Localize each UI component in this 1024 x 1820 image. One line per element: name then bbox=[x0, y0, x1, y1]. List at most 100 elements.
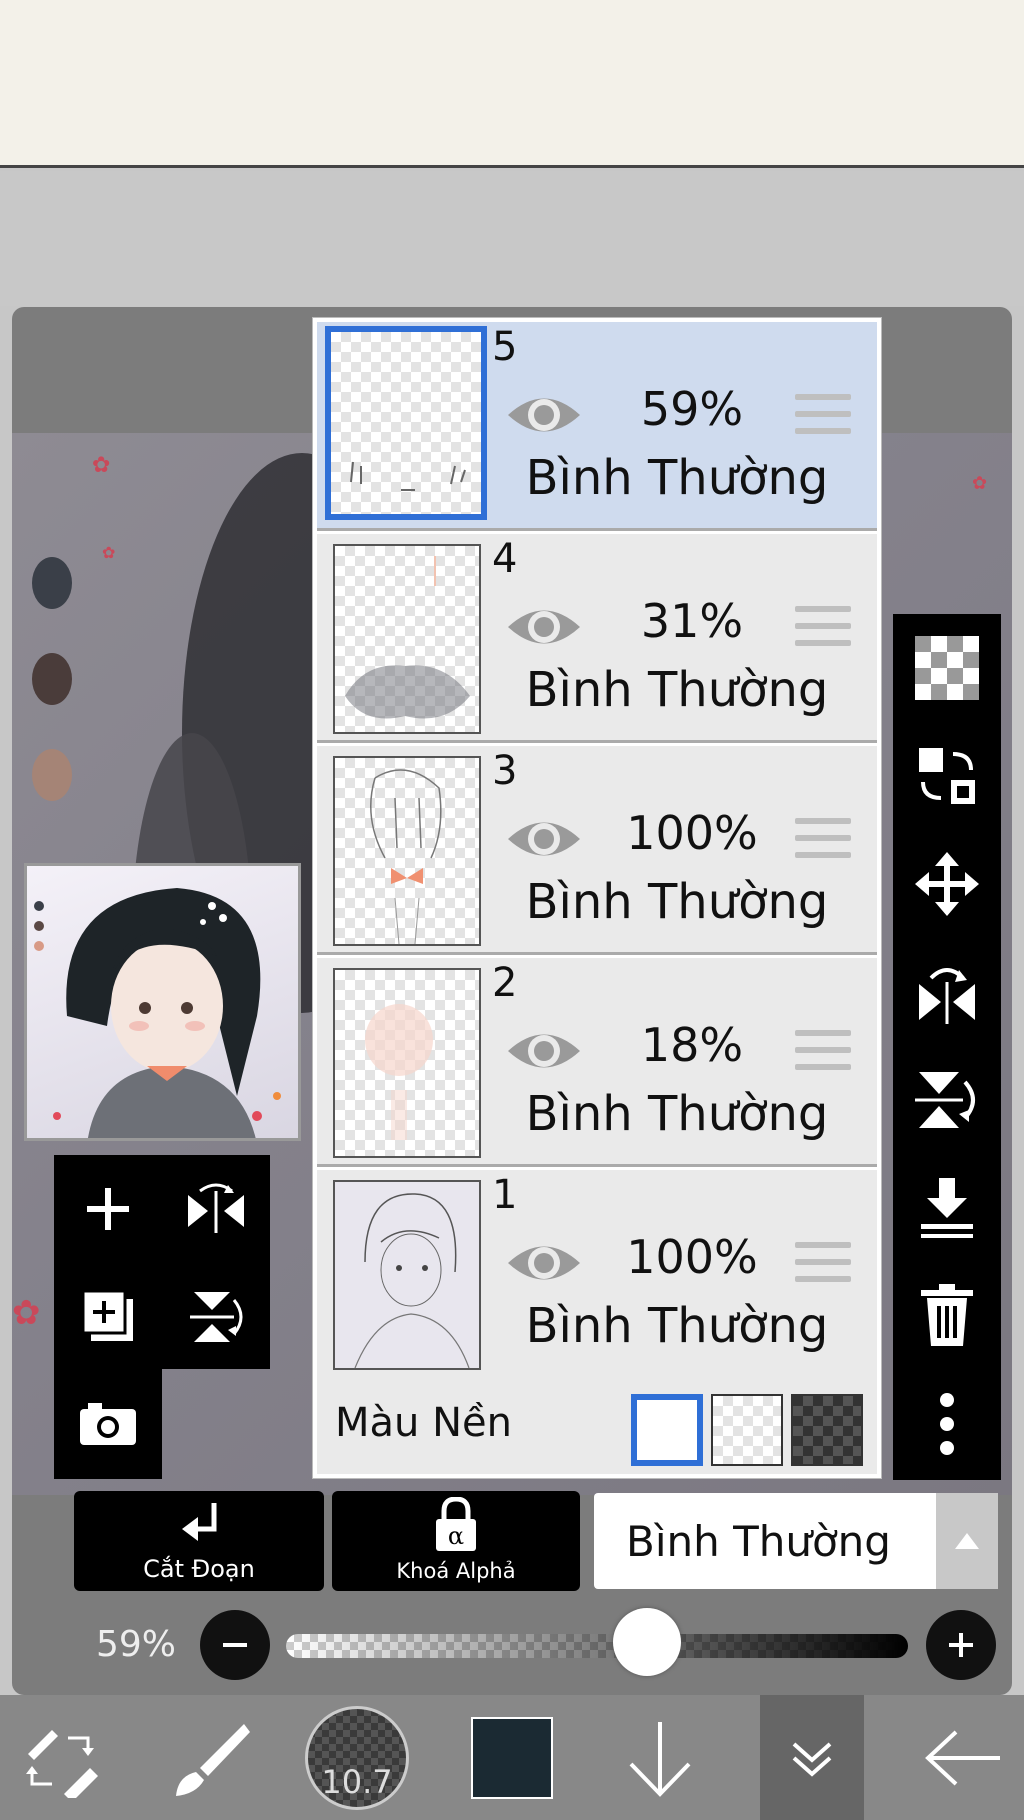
camera-icon bbox=[80, 1402, 136, 1445]
canvas-navigator-thumbnail[interactable] bbox=[24, 863, 301, 1141]
visibility-eye-icon[interactable] bbox=[505, 1236, 583, 1290]
layer-number: 4 bbox=[492, 536, 518, 582]
layer-blend-mode: Bình Thường bbox=[525, 1298, 829, 1354]
blend-mode-value: Bình Thường bbox=[626, 1517, 891, 1566]
drag-handle-icon[interactable] bbox=[795, 394, 851, 438]
opacity-slider-track[interactable] bbox=[286, 1634, 908, 1658]
camera-button[interactable] bbox=[54, 1369, 162, 1476]
layer-number: 1 bbox=[492, 1172, 518, 1218]
flip-vertical-icon bbox=[915, 1072, 975, 1128]
background-dark-swatch[interactable] bbox=[791, 1394, 863, 1466]
layer-blend-mode: Bình Thường bbox=[525, 662, 829, 718]
alpha-lock-label: Khoá Alphả bbox=[396, 1559, 516, 1583]
transparency-button[interactable] bbox=[893, 614, 1001, 722]
opacity-decrease-button[interactable] bbox=[200, 1610, 270, 1680]
layer-row[interactable]: 3 100% Bình Thường bbox=[317, 746, 877, 955]
layer-opacity: 100% bbox=[626, 1230, 758, 1284]
opacity-slider-thumb[interactable] bbox=[612, 1608, 681, 1676]
alpha-lock-button[interactable]: α Khoá Alphả bbox=[332, 1491, 580, 1591]
visibility-eye-icon[interactable] bbox=[505, 812, 583, 866]
rotate-flip-icon bbox=[919, 968, 975, 1024]
brush-size-button[interactable]: 10.7 bbox=[302, 1695, 412, 1820]
layer-opacity: 59% bbox=[640, 382, 744, 436]
visibility-eye-icon[interactable] bbox=[505, 388, 583, 442]
layer-thumbnail bbox=[333, 1180, 481, 1370]
delete-layer-button[interactable] bbox=[893, 1262, 1001, 1370]
lock-alpha-icon: α bbox=[436, 1497, 476, 1551]
color-swatch-icon bbox=[471, 1716, 553, 1799]
background-color-row: Màu Nền bbox=[317, 1374, 877, 1474]
layer-thumbnail bbox=[333, 544, 481, 734]
flip-vertical-button[interactable] bbox=[162, 1262, 270, 1369]
copy-layer-button[interactable] bbox=[54, 1262, 162, 1369]
minus-icon bbox=[223, 1643, 247, 1647]
color-picker-button[interactable] bbox=[462, 1695, 562, 1820]
flip-vertical-right-button[interactable] bbox=[893, 1046, 1001, 1154]
background-transparent-swatch[interactable] bbox=[711, 1394, 783, 1466]
layers-list: 5 59% Bình Thường 4 31% Bình Thường 3 10… bbox=[313, 318, 881, 1478]
layer-transfer-icon bbox=[919, 748, 975, 804]
visibility-eye-icon[interactable] bbox=[505, 600, 583, 654]
transparency-icon bbox=[915, 636, 979, 700]
layer-tools-left-bottom bbox=[54, 1369, 162, 1479]
brush-size-value: 10.7 bbox=[321, 1762, 393, 1801]
layer-thumbnail bbox=[325, 326, 487, 520]
arrow-down-icon bbox=[629, 1721, 691, 1797]
move-icon bbox=[915, 852, 979, 916]
drag-handle-icon[interactable] bbox=[795, 1030, 851, 1074]
back-button[interactable] bbox=[904, 1695, 1024, 1820]
layer-thumbnail bbox=[333, 968, 481, 1158]
opacity-slider-row: 59% bbox=[0, 1606, 1024, 1686]
layer-blend-mode: Bình Thường bbox=[525, 874, 829, 930]
layer-row[interactable]: 5 59% Bình Thường bbox=[317, 322, 877, 531]
drag-handle-icon[interactable] bbox=[795, 1242, 851, 1286]
more-options-button[interactable] bbox=[893, 1370, 1001, 1478]
dropdown-arrow-icon[interactable] bbox=[936, 1493, 998, 1589]
swap-tool-icon bbox=[26, 1729, 98, 1798]
tool-swap-button[interactable] bbox=[0, 1695, 120, 1820]
drag-handle-icon[interactable] bbox=[795, 818, 851, 862]
brush-icon bbox=[176, 1723, 250, 1796]
svg-text:α: α bbox=[448, 1522, 464, 1550]
layer-down-button[interactable] bbox=[610, 1695, 710, 1820]
layer-thumbnail bbox=[333, 756, 481, 946]
move-button[interactable] bbox=[893, 830, 1001, 938]
background-color-label: Màu Nền bbox=[335, 1400, 512, 1446]
layer-blend-mode: Bình Thường bbox=[525, 450, 829, 506]
collapse-menu-button[interactable] bbox=[760, 1695, 864, 1820]
layer-number: 5 bbox=[492, 324, 518, 370]
background-white-swatch[interactable] bbox=[631, 1394, 703, 1466]
add-layer-button[interactable] bbox=[54, 1155, 162, 1262]
layer-tools-left bbox=[54, 1155, 270, 1369]
brush-tool-button[interactable] bbox=[150, 1695, 270, 1820]
flip-horizontal-icon bbox=[188, 1183, 244, 1233]
copy-layer-icon bbox=[81, 1289, 133, 1341]
more-icon bbox=[940, 1393, 954, 1455]
clipping-button[interactable]: Cắt Đoạn bbox=[74, 1491, 324, 1591]
opacity-value: 59% bbox=[96, 1624, 177, 1665]
layer-opacity: 100% bbox=[626, 806, 758, 860]
drag-handle-icon[interactable] bbox=[795, 606, 851, 650]
blend-mode-select[interactable]: Bình Thường bbox=[594, 1493, 998, 1589]
layer-row[interactable]: 1 100% Bình Thường bbox=[317, 1170, 877, 1379]
layer-opacity: 31% bbox=[640, 594, 744, 648]
layer-number: 3 bbox=[492, 748, 518, 794]
layer-number: 2 bbox=[492, 960, 518, 1006]
flip-horizontal-button[interactable] bbox=[162, 1155, 270, 1262]
canvas-margin bbox=[0, 171, 1024, 306]
layer-tools-right bbox=[893, 614, 1001, 1480]
layer-row[interactable]: 4 31% Bình Thường bbox=[317, 534, 877, 743]
opacity-increase-button[interactable] bbox=[926, 1610, 996, 1680]
merge-down-button[interactable] bbox=[893, 1154, 1001, 1262]
layer-transfer-button[interactable] bbox=[893, 722, 1001, 830]
rotate-flip-button[interactable] bbox=[893, 938, 1001, 1046]
clipping-label: Cắt Đoạn bbox=[143, 1555, 255, 1583]
layer-blend-mode: Bình Thường bbox=[525, 1086, 829, 1142]
trash-icon bbox=[921, 1284, 973, 1346]
clipping-arrow-icon bbox=[182, 1503, 217, 1541]
layer-row[interactable]: 2 18% Bình Thường bbox=[317, 958, 877, 1167]
top-app-bar bbox=[0, 0, 1024, 168]
visibility-eye-icon[interactable] bbox=[505, 1024, 583, 1078]
double-chevron-icon bbox=[792, 1742, 832, 1777]
plus-icon bbox=[949, 1633, 973, 1657]
